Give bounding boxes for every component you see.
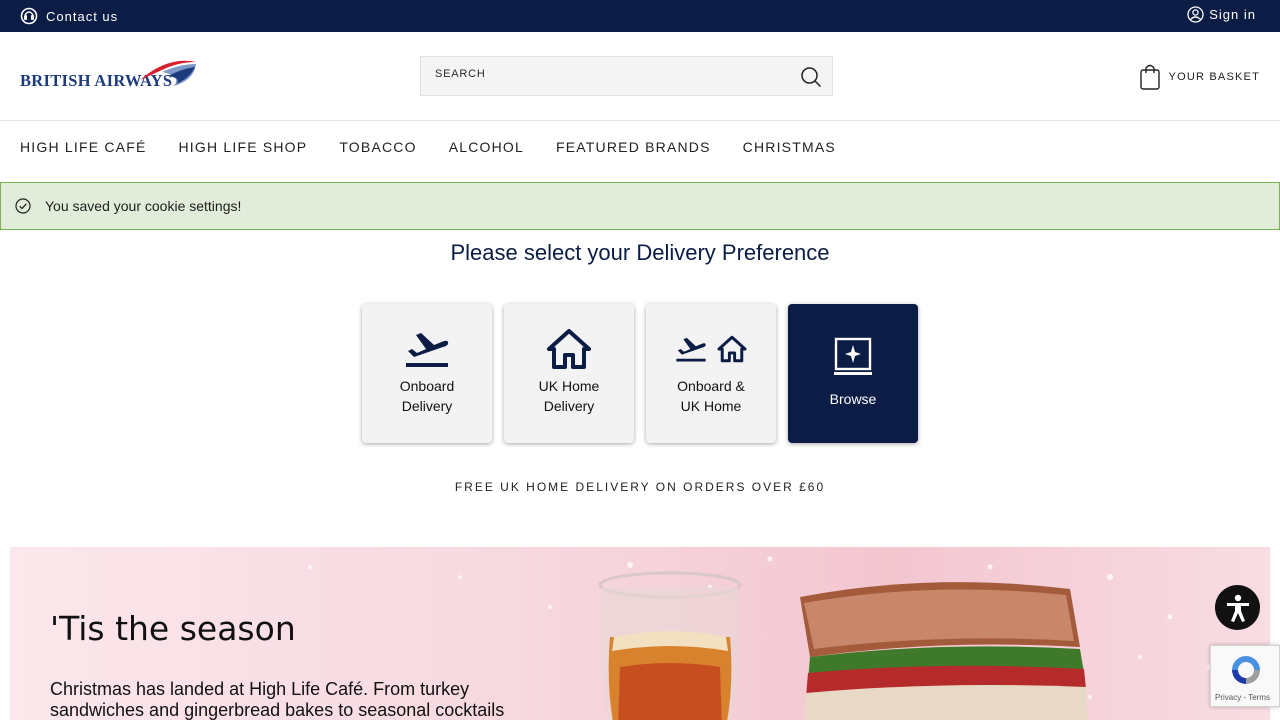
delivery-option-uk-home[interactable]: UK Home Delivery (504, 304, 634, 443)
nav-item-tobacco[interactable]: TOBACCO (339, 139, 416, 155)
search-icon[interactable] (800, 66, 822, 88)
british-airways-logo[interactable]: BRITISH AIRWAYS (20, 58, 198, 92)
recaptcha-badge[interactable]: Privacy - Terms (1210, 645, 1280, 707)
notice-message: You saved your cookie settings! (45, 198, 242, 214)
plane-takeoff-icon (406, 333, 449, 367)
shopping-bag-icon (1139, 64, 1160, 90)
recaptcha-terms: Privacy - Terms (1215, 693, 1270, 702)
accessibility-icon (1226, 594, 1249, 622)
main-navigation: HIGH LIFE CAFÉ HIGH LIFE SHOP TOBACCO AL… (20, 139, 836, 155)
contact-us-label: Contact us (46, 8, 119, 24)
banner-heading: 'Tis the season (50, 609, 296, 648)
nav-item-alcohol[interactable]: ALCOHOL (449, 139, 524, 155)
nav-item-high-life-cafe[interactable]: HIGH LIFE CAFÉ (20, 139, 146, 155)
delivery-preference-title: Please select your Delivery Preference (450, 240, 830, 265)
basket-label: YOUR BASKET (1168, 71, 1260, 83)
headset-icon (20, 7, 38, 25)
plane-takeoff-icon (676, 337, 706, 362)
delivery-option-browse[interactable]: Browse (788, 304, 918, 443)
sign-in-link[interactable]: Sign in (1187, 6, 1256, 23)
card-label: UK Home Delivery (538, 378, 600, 414)
top-bar: Contact us Sign in (0, 0, 1280, 32)
sign-in-label: Sign in (1209, 7, 1256, 22)
nav-item-christmas[interactable]: CHRISTMAS (743, 139, 836, 155)
site-header: BRITISH AIRWAYS YOUR BASKET (0, 32, 1280, 121)
browse-laptop-icon (834, 337, 872, 375)
festive-drink-image (598, 571, 742, 720)
delivery-option-onboard-and-home[interactable]: Onboard & UK Home (646, 304, 776, 443)
search-bar (420, 56, 833, 96)
nav-item-high-life-shop[interactable]: HIGH LIFE SHOP (178, 139, 307, 155)
banner-body: Christmas has landed at High Life Café. … (50, 679, 505, 720)
contact-us-link[interactable]: Contact us (20, 7, 118, 25)
free-delivery-message: FREE UK HOME DELIVERY ON ORDERS OVER £60 (454, 480, 826, 494)
christmas-promo-banner[interactable]: 'Tis the season Christmas has landed at … (10, 547, 1270, 720)
card-icon-wrap (832, 336, 874, 378)
home-icon (547, 329, 591, 369)
card-icon-wrap (404, 328, 450, 370)
recaptcha-icon (1232, 656, 1260, 684)
check-circle-icon (15, 198, 31, 214)
card-label: Onboard & UK Home (677, 378, 745, 414)
card-label: Onboard Delivery (399, 378, 455, 414)
delivery-option-onboard[interactable]: Onboard Delivery (362, 304, 492, 443)
card-icon-wrap (546, 328, 592, 370)
card-label: Browse (829, 391, 877, 407)
speedmarque-icon (140, 60, 196, 86)
home-icon (717, 335, 747, 363)
card-icon-wrap (675, 328, 747, 370)
delivery-options: Onboard Delivery UK Home Delivery Onboar… (362, 304, 918, 443)
accessibility-button[interactable] (1215, 585, 1260, 630)
cookie-saved-notice: You saved your cookie settings! (0, 182, 1280, 230)
turkey-sandwich-image (800, 582, 1088, 720)
nav-item-featured-brands[interactable]: FEATURED BRANDS (556, 139, 711, 155)
basket-button[interactable]: YOUR BASKET (1139, 63, 1260, 91)
user-icon (1187, 6, 1204, 23)
search-input[interactable] (435, 68, 775, 80)
